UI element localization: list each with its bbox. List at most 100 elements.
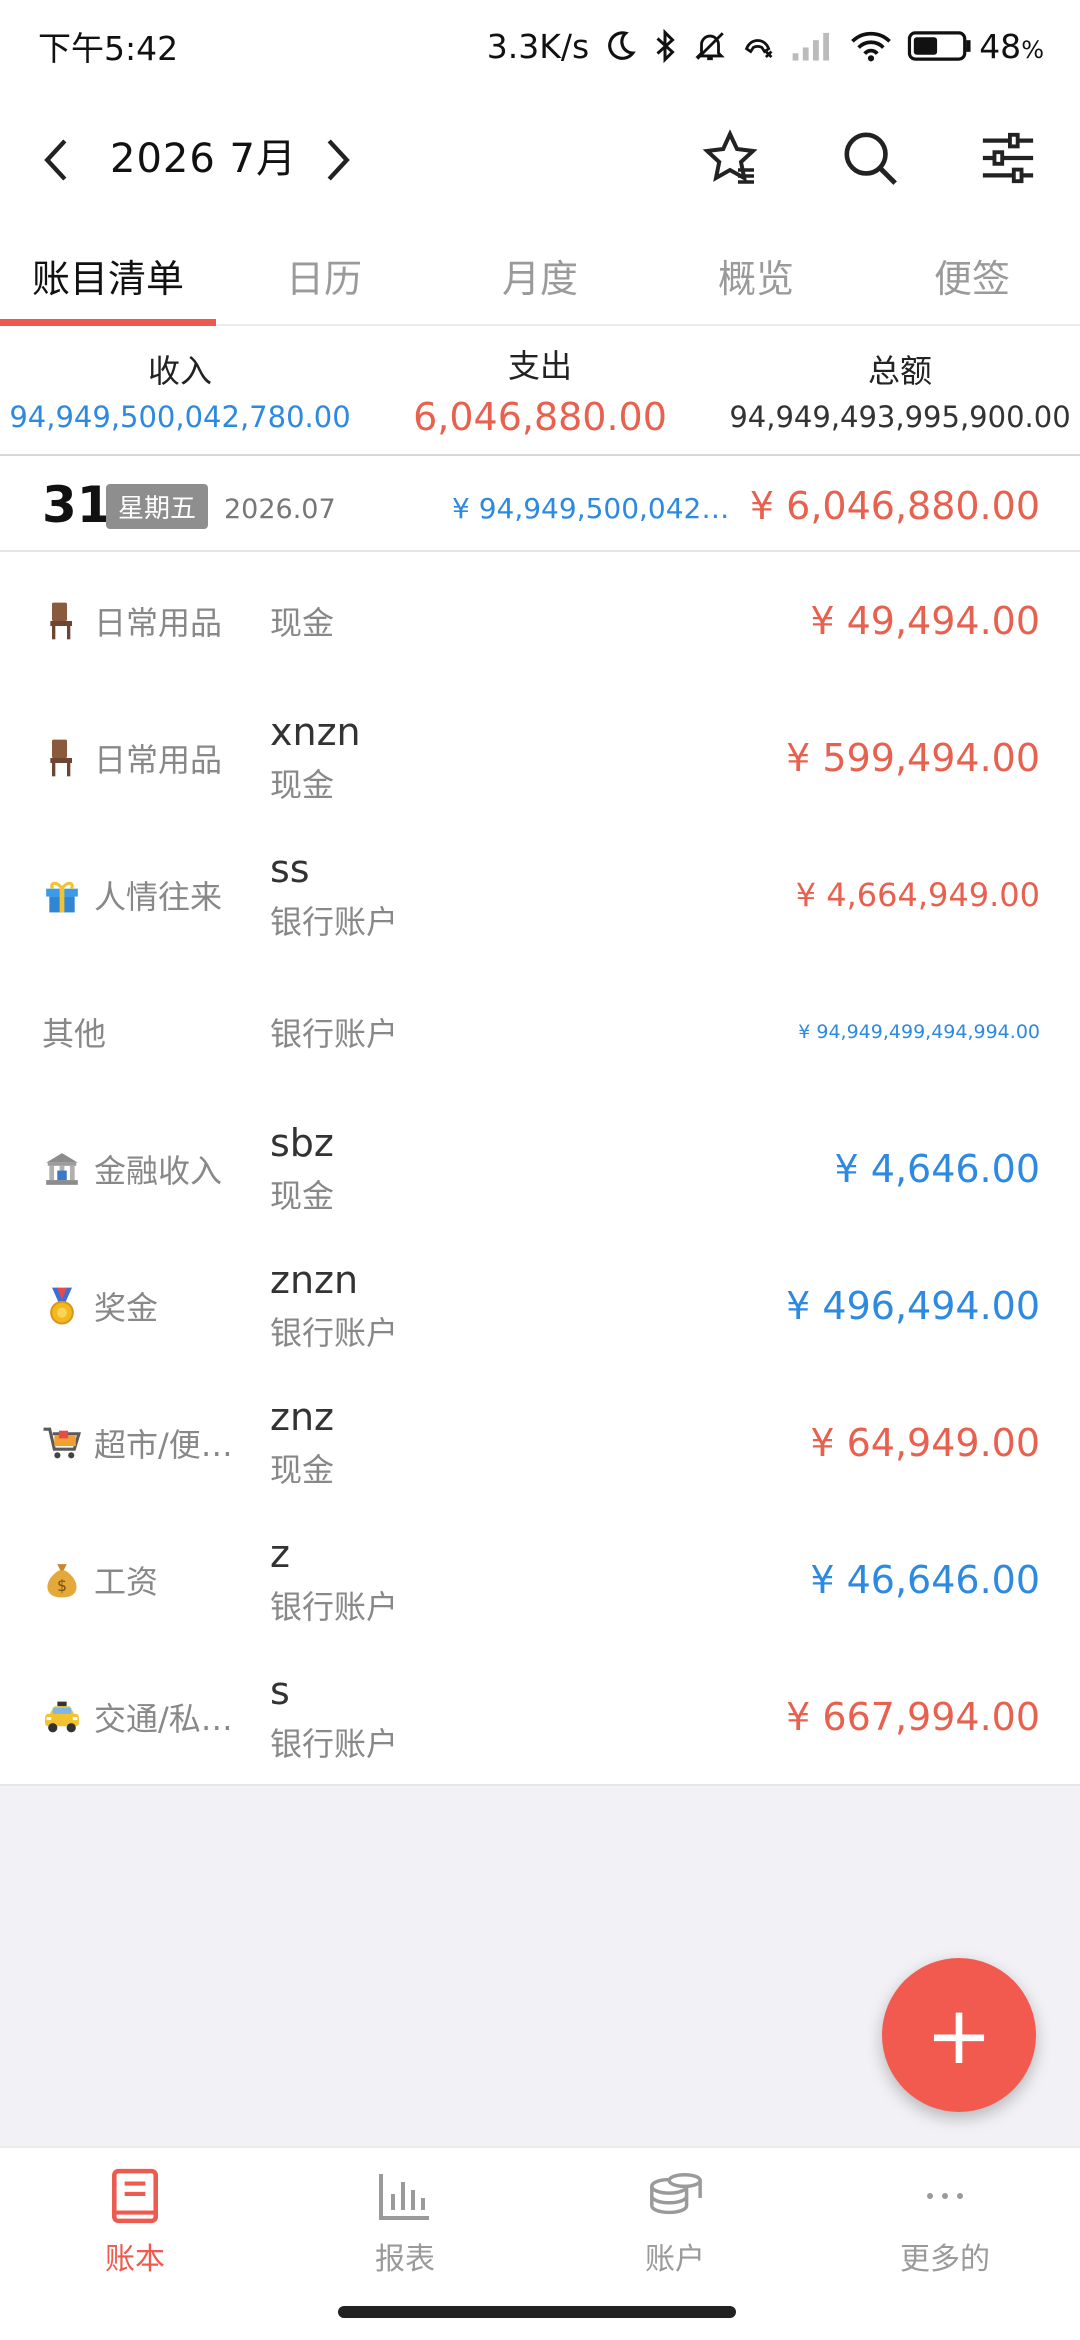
entry-account: 现金 [270, 1450, 335, 1489]
weekday-badge: 星期五 [106, 484, 209, 529]
entry-account: 银行账户 [270, 902, 399, 941]
entry-details: s 银行账户 [270, 1648, 398, 1785]
entry-details: xnzn 现金 [270, 689, 361, 826]
entry-note: sbz [270, 1120, 334, 1165]
tab-calendar[interactable]: 日历 [216, 226, 432, 324]
list-item[interactable]: 交通/私… s 银行账户 ¥ 667,994.00 [0, 1648, 1080, 1785]
entry-amount: ¥ 4,664,949.00 [795, 875, 1040, 914]
nav-label: 账户 [645, 2242, 705, 2277]
entry-category: 日常用品 [42, 552, 222, 689]
entry-amount: ¥ 496,494.00 [786, 1283, 1040, 1328]
tab-notes[interactable]: 便签 [864, 226, 1080, 324]
list-item[interactable]: 其他 银行账户 ¥ 94,949,499,494,994.00 [0, 963, 1080, 1100]
cart-icon [42, 1423, 82, 1463]
month-header: 2026 7月 [0, 100, 1080, 220]
nav-reports[interactable]: 报表 [270, 2148, 540, 2296]
book-icon [105, 2166, 165, 2226]
entry-account: 现金 [270, 1176, 335, 1215]
filter-button[interactable] [976, 126, 1040, 190]
summary-income: 收入 94,949,500,042,780.00 [0, 326, 360, 454]
entry-amount: ¥ 46,646.00 [810, 1557, 1040, 1602]
total-value: 94,949,493,995,900.00 [729, 400, 1071, 434]
list-item[interactable]: $ 工资 z 银行账户 ¥ 46,646.00 [0, 1511, 1080, 1648]
coins-icon [645, 2166, 705, 2226]
moon-icon [603, 29, 637, 63]
money-bag-icon: $ [42, 1560, 82, 1600]
bank-icon [42, 1149, 82, 1189]
previous-month-button[interactable] [30, 134, 82, 186]
home-indicator[interactable] [338, 2306, 736, 2318]
entry-note: znzn [270, 1257, 359, 1302]
entry-category: 日常用品 [42, 689, 222, 826]
total-label: 总额 [867, 352, 932, 390]
entry-amount: ¥ 667,994.00 [786, 1694, 1040, 1739]
battery-icon [908, 31, 971, 61]
entry-note: z [270, 1531, 290, 1576]
entry-note: xnzn [270, 709, 361, 754]
entry-amount: ¥ 64,949.00 [810, 1420, 1040, 1465]
nav-accounts[interactable]: 账户 [540, 2148, 810, 2296]
next-month-button[interactable] [312, 134, 364, 186]
bottom-navigation: 账本 报表 账户 更多的 [0, 2146, 1080, 2296]
entry-category: 交通/私… [42, 1648, 233, 1785]
search-button[interactable] [838, 126, 902, 190]
day-header[interactable]: 31 星期五 2026.07 ¥ 94,949,500,042,... ¥ 6,… [0, 456, 1080, 552]
list-item[interactable]: 日常用品 现金 ¥ 49,494.00 [0, 552, 1080, 689]
entry-details: 银行账户 [270, 963, 398, 1100]
day-number: 31 [42, 476, 112, 534]
svg-text:$: $ [57, 1576, 67, 1595]
day-year-month: 2026.07 [224, 494, 336, 525]
nav-ledger[interactable]: 账本 [0, 2148, 270, 2296]
list-item[interactable]: 人情往来 ss 银行账户 ¥ 4,664,949.00 [0, 826, 1080, 963]
battery-percent: 48% [979, 26, 1044, 66]
list-item[interactable]: 金融收入 sbz 现金 ¥ 4,646.00 [0, 1100, 1080, 1237]
taxi-icon [42, 1697, 82, 1737]
list-item[interactable]: 日常用品 xnzn 现金 ¥ 599,494.00 [0, 689, 1080, 826]
star-list-icon [702, 129, 758, 184]
summary-expense: 支出 6,046,880.00 [360, 326, 720, 454]
entry-category: 金融收入 [42, 1100, 222, 1237]
list-item[interactable]: 超市/便… znz 现金 ¥ 64,949.00 [0, 1374, 1080, 1511]
gift-icon [42, 875, 82, 915]
signal-icon [791, 30, 835, 62]
bluetooth-icon [651, 28, 679, 64]
entry-account: 现金 [270, 603, 335, 642]
entry-note: s [270, 1668, 290, 1713]
search-icon [844, 132, 897, 185]
list-item[interactable]: 奖金 znzn 银行账户 ¥ 496,494.00 [0, 1237, 1080, 1374]
status-icons: 3.3K/s 48% [487, 27, 1044, 66]
tab-entries[interactable]: 账目清单 [0, 226, 216, 326]
call-icon [741, 29, 777, 63]
tab-overview[interactable]: 概览 [648, 226, 864, 324]
status-time: 下午5:42 [38, 29, 179, 68]
entry-amount: ¥ 49,494.00 [810, 598, 1040, 643]
wifi-icon [849, 29, 893, 63]
network-speed: 3.3K/s [486, 26, 590, 66]
current-month-title[interactable]: 2026 7月 [110, 126, 297, 184]
entry-category: 其他 [42, 1014, 107, 1053]
entry-category: 奖金 [42, 1237, 158, 1374]
tab-monthly[interactable]: 月度 [432, 226, 648, 324]
favorites-button[interactable] [698, 126, 762, 190]
entry-details: znz 现金 [270, 1374, 334, 1511]
nav-more[interactable]: 更多的 [810, 2148, 1080, 2296]
entry-details: sbz 现金 [270, 1100, 334, 1237]
sliders-icon [982, 132, 1034, 184]
nav-label: 账本 [105, 2242, 165, 2277]
entry-category: $ 工资 [42, 1511, 158, 1648]
entry-note: znz [270, 1394, 334, 1439]
expense-label: 支出 [507, 347, 572, 385]
entry-amount: ¥ 94,949,499,494,994.00 [798, 1020, 1040, 1043]
entry-account: 银行账户 [270, 1587, 399, 1626]
more-icon [915, 2166, 975, 2226]
nav-label: 更多的 [900, 2242, 990, 2277]
entry-amount: ¥ 4,646.00 [834, 1146, 1040, 1191]
nav-label: 报表 [375, 2242, 435, 2277]
battery-indicator: 48% [907, 27, 1044, 66]
income-label: 收入 [147, 352, 212, 390]
entry-account: 现金 [270, 765, 335, 804]
add-entry-button[interactable]: + [882, 1958, 1036, 2112]
entry-account: 银行账户 [270, 1313, 399, 1352]
entry-category: 人情往来 [42, 826, 222, 963]
entry-category: 超市/便… [42, 1374, 233, 1511]
